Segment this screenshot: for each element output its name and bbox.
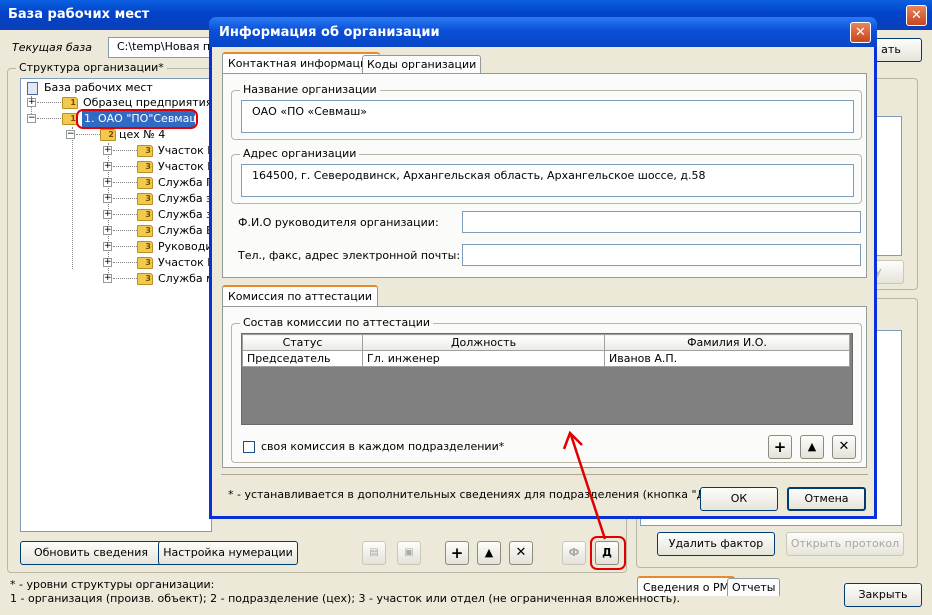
open-protocol-button: Открыть протокол <box>786 532 904 556</box>
cell-name: Иванов А.П. <box>604 350 850 367</box>
cell-status: Председатель <box>242 350 363 367</box>
commission-table: Статус Должность Фамилия И.О. Председате… <box>242 334 850 367</box>
org-address-label: Адрес организации <box>240 147 360 160</box>
footnote-1: * - уровни структуры организации: <box>10 578 215 591</box>
footnote-2: 1 - организация (произв. объект); 2 - по… <box>10 592 681 605</box>
phone-field[interactable] <box>462 244 861 266</box>
expand-icon[interactable]: + <box>103 274 112 283</box>
expand-icon[interactable]: + <box>103 258 112 267</box>
save-icon: ▣ <box>397 541 421 565</box>
dialog-title: Информация об организации <box>219 25 440 40</box>
delete-icon[interactable]: ✕ <box>509 541 533 565</box>
folder-icon: 3 <box>137 273 153 285</box>
tree-item-label: Участок N <box>158 144 216 157</box>
expand-icon[interactable]: + <box>103 242 112 251</box>
phone-label: Тел., факс, адрес электронной почты: <box>238 249 461 262</box>
tree-item-label: цех № 4 <box>119 128 166 141</box>
add-member-icon[interactable]: + <box>768 435 792 459</box>
delete-factor-button[interactable]: Удалить фактор <box>657 532 775 556</box>
cell-position: Гл. инженер <box>362 350 605 367</box>
org-address-field[interactable]: 164500, г. Северодвинск, Архангельская о… <box>241 164 854 197</box>
column-header-name[interactable]: Фамилия И.О. <box>604 334 850 351</box>
checkbox-label: своя комиссия в каждом подразделении* <box>261 440 505 453</box>
tree-item-label: Участок N <box>158 160 216 173</box>
folder-icon: 3 <box>137 177 153 189</box>
add-icon[interactable]: + <box>445 541 469 565</box>
dialog-title-bar: Информация об организации <box>209 17 877 47</box>
folder-icon: 3 <box>137 161 153 173</box>
tab-contact-info[interactable]: Контактная информация <box>222 52 380 74</box>
arrow-line <box>569 434 607 540</box>
annotation-arrow <box>562 430 607 540</box>
table-row[interactable]: Председатель Гл. инженер Иванов А.П. <box>242 350 850 367</box>
move-member-up-icon[interactable]: ▲ <box>800 435 824 459</box>
collapse-icon[interactable]: − <box>66 130 75 139</box>
expand-icon[interactable]: + <box>27 98 36 107</box>
update-button[interactable]: Обновить сведения <box>20 541 162 565</box>
move-up-icon[interactable]: ▲ <box>477 541 501 565</box>
head-field[interactable] <box>462 211 861 233</box>
folder-icon: 3 <box>137 225 153 237</box>
structure-group-label: Структура организации* <box>16 61 167 74</box>
dialog-footnote: * - устанавливается в дополнительных све… <box>228 488 715 501</box>
close-button[interactable]: Закрыть <box>844 583 922 607</box>
org-name-field[interactable]: ОАО «ПО «Севмаш» <box>241 100 854 133</box>
folder-icon: 3 <box>137 209 153 221</box>
folder-icon: 3 <box>137 241 153 253</box>
folder-icon: 3 <box>137 193 153 205</box>
expand-icon[interactable]: + <box>103 210 112 219</box>
tree-root-label: База рабочих мест <box>44 81 153 94</box>
main-close-icon[interactable]: ✕ <box>906 5 927 26</box>
highlight-oval <box>76 109 198 129</box>
column-header-status[interactable]: Статус <box>242 334 363 351</box>
numbering-button[interactable]: Настройка нумерации <box>158 541 298 565</box>
column-header-position[interactable]: Должность <box>362 334 605 351</box>
folder-icon: 3 <box>137 257 153 269</box>
expand-icon[interactable]: + <box>103 194 112 203</box>
folder-icon: 3 <box>137 145 153 157</box>
current-db-label: Текущая база <box>12 41 92 54</box>
dialog-close-icon[interactable]: ✕ <box>850 22 871 43</box>
doc-icon: ▤ <box>362 541 386 565</box>
tab-rm-info[interactable]: Сведения о РМ <box>637 576 736 596</box>
collapse-icon[interactable]: − <box>27 114 36 123</box>
head-label: Ф.И.О руководителя организации: <box>238 216 439 229</box>
cancel-button[interactable]: Отмена <box>787 487 866 511</box>
tree-item-label: Участок П <box>158 256 216 269</box>
expand-icon[interactable]: + <box>103 178 112 187</box>
tab-reports[interactable]: Отчеты <box>727 578 781 596</box>
folder-icon: 2 <box>100 129 116 141</box>
own-commission-checkbox[interactable] <box>243 441 255 453</box>
expand-icon[interactable]: + <box>103 146 112 155</box>
database-icon <box>27 82 38 95</box>
ok-button[interactable]: ОК <box>700 487 778 511</box>
current-db-path[interactable]: C:\temp\Новая па <box>108 37 218 58</box>
org-name-label: Название организации <box>240 83 380 96</box>
expand-icon[interactable]: + <box>103 226 112 235</box>
expand-icon[interactable]: + <box>103 162 112 171</box>
tab-org-codes[interactable]: Коды организации <box>362 55 482 73</box>
delete-member-icon[interactable]: ✕ <box>832 435 856 459</box>
tab-commission[interactable]: Комиссия по аттестации <box>222 285 379 307</box>
divider <box>221 474 868 475</box>
commission-group-label: Состав комиссии по аттестации <box>240 316 434 329</box>
main-window-title: База рабочих мест <box>8 7 150 22</box>
folder-icon: 1 <box>62 97 78 109</box>
